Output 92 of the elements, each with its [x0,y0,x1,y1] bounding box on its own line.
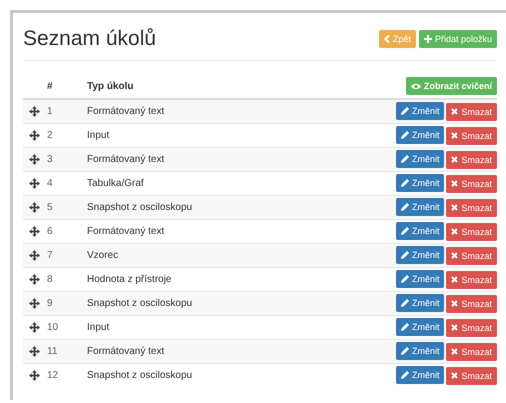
delete-button[interactable]: Smazat [446,246,497,265]
close-icon [451,132,458,140]
task-type: Snapshot z osciloskopu [87,370,192,381]
delete-button[interactable]: Smazat [446,270,497,289]
pencil-icon [400,203,409,212]
task-type: Snapshot z osciloskopu [87,298,192,309]
move-icon[interactable] [29,298,40,309]
row-number: 9 [47,298,53,309]
eye-icon [410,82,421,90]
row-number: 2 [47,130,53,141]
pencil-icon [400,371,409,380]
close-icon [451,204,458,212]
close-icon [451,156,458,164]
row-number: 5 [47,202,53,213]
task-type: Formátovaný text [87,106,164,117]
close-icon [451,252,458,260]
close-icon [451,180,458,188]
task-type: Vzorec [87,250,118,261]
pencil-icon [400,155,409,164]
column-header: # [47,80,53,92]
delete-button[interactable]: Smazat [446,222,497,241]
task-type: Formátovaný text [87,346,164,357]
move-icon[interactable] [29,370,40,381]
row-number: 12 [47,370,58,381]
pencil-icon [400,347,409,356]
edit-button[interactable]: Změnit [396,222,444,240]
delete-button[interactable]: Smazat [446,318,497,337]
pencil-icon [400,299,409,308]
delete-button[interactable]: Smazat [446,102,497,121]
task-type: Snapshot z osciloskopu [87,202,192,213]
move-icon[interactable] [29,346,40,357]
task-type: Formátovaný text [87,154,164,165]
delete-button[interactable]: Smazat [446,126,497,145]
pencil-icon [400,251,409,260]
close-icon [451,300,458,308]
row-number: 3 [47,154,53,165]
row-number: 7 [47,250,53,261]
pencil-icon [400,227,409,236]
row-number: 6 [47,226,53,237]
move-icon[interactable] [29,178,40,189]
move-icon[interactable] [29,226,40,237]
edit-button[interactable]: Změnit [396,294,444,312]
edit-button[interactable]: Změnit [396,174,444,192]
edit-button[interactable]: Změnit [396,342,444,360]
edit-button[interactable]: Změnit [396,102,444,120]
add-item-button[interactable]: Přidat položku [418,30,497,48]
edit-button[interactable]: Změnit [396,198,444,216]
task-type: Input [87,130,110,141]
row-number: 10 [47,322,58,333]
delete-button[interactable]: Smazat [446,294,497,313]
row-number: 11 [47,346,58,357]
move-icon[interactable] [29,250,40,261]
close-icon [451,228,458,236]
delete-button[interactable]: Smazat [446,198,497,217]
pencil-icon [400,275,409,284]
delete-button[interactable]: Smazat [446,174,497,193]
row-number: 1 [47,106,53,117]
move-icon[interactable] [29,274,40,285]
row-number: 8 [47,274,53,285]
close-icon [451,108,458,116]
move-icon[interactable] [29,202,40,213]
show-exercise-button[interactable]: Zobrazit cvičení [406,77,497,95]
chevron-left-icon [384,35,390,43]
task-type: Input [87,322,110,333]
move-icon[interactable] [29,106,40,117]
close-icon [451,348,458,356]
close-icon [451,276,458,284]
task-type: Formátovaný text [87,226,164,237]
delete-button[interactable]: Smazat [446,366,497,385]
task-type: Hodnota z přístroje [87,274,172,285]
close-icon [451,324,458,332]
page-title: Seznam úkolů [23,27,156,51]
pencil-icon [400,179,409,188]
edit-button[interactable]: Změnit [396,270,444,288]
task-type: Tabulka/Graf [87,178,144,189]
edit-button[interactable]: Změnit [396,366,444,384]
move-icon[interactable] [29,130,40,141]
row-number: 4 [47,178,53,189]
edit-button[interactable]: Změnit [396,150,444,168]
move-icon[interactable] [29,322,40,333]
plus-icon [424,35,432,43]
pencil-icon [400,323,409,332]
edit-button[interactable]: Změnit [396,246,444,264]
delete-button[interactable]: Smazat [446,342,497,361]
edit-button[interactable]: Změnit [396,126,444,144]
column-header: Typ úkolu [87,80,134,92]
delete-button[interactable]: Smazat [446,150,497,169]
pencil-icon [400,107,409,116]
edit-button[interactable]: Změnit [396,318,444,336]
pencil-icon [400,131,409,140]
move-icon[interactable] [29,154,40,165]
close-icon [451,372,458,380]
